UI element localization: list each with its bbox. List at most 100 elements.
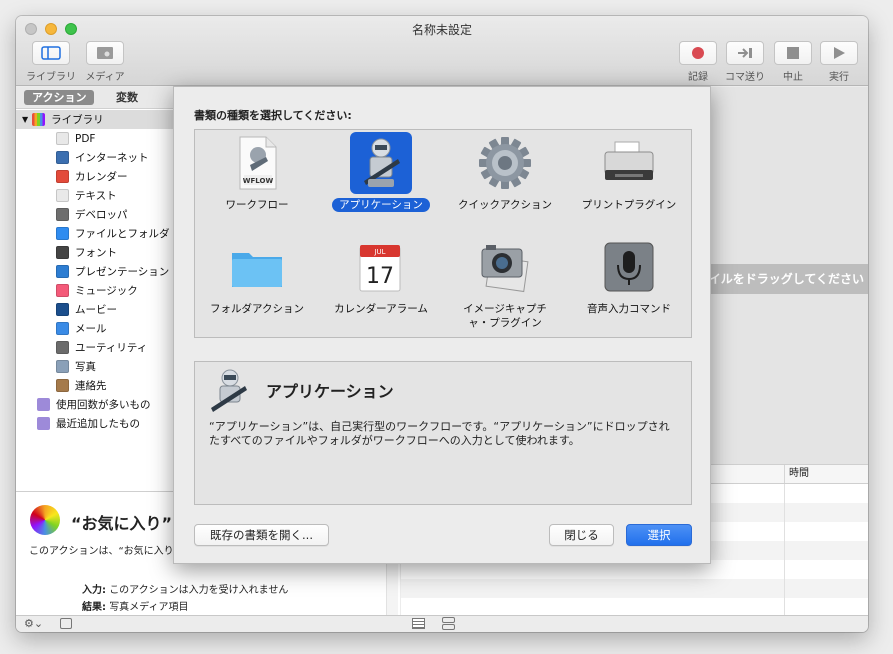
description-toggle-icon[interactable] (60, 618, 72, 629)
type-label: ワークフロー (225, 199, 289, 211)
library-item-label: デベロッパ (75, 209, 128, 221)
library-item[interactable]: テキスト (16, 186, 173, 205)
library-item[interactable]: カレンダー (16, 167, 173, 186)
open-existing-button[interactable]: 既存の書類を開く... (194, 524, 329, 546)
description-input: 入力: このアクションは入力を受け入れません (82, 581, 288, 596)
gear-menu-icon[interactable]: ⚙︎⌄ (24, 617, 43, 630)
type-label: 音声入力コマンド (587, 303, 671, 315)
library-item[interactable]: フォント (16, 243, 173, 262)
printer-icon (598, 132, 660, 194)
input-value: このアクションは入力を受け入れません (109, 585, 289, 596)
library-books-icon (32, 113, 46, 126)
library-list: ▼ ライブラリ PDF インターネット カレンダーテキストデベロッパファイルとフォル… (16, 110, 173, 490)
result-key: 結果: (82, 602, 106, 613)
document-type-sheet: 書類の種類を選択してください: WFLOW ワークフロー アプリケーション クイ… (173, 86, 711, 564)
tools-icon (56, 208, 69, 221)
list-view-icon[interactable] (412, 618, 425, 629)
mail-icon (56, 322, 69, 335)
library-item-label: ミュージック (75, 285, 138, 297)
photos-icon (56, 360, 69, 373)
library-root-label: ライブラリ (51, 114, 104, 126)
type-label: プリントプラグイン (581, 199, 677, 211)
font-icon (56, 246, 69, 259)
library-item[interactable]: PDF (16, 129, 173, 148)
text-icon (56, 189, 69, 202)
library-item-label: カレンダー (75, 171, 128, 183)
window-title: 名称未設定 (411, 23, 472, 37)
disclosure-triangle-icon[interactable]: ▼ (22, 115, 28, 124)
smart-group-label: 最近追加したもの (56, 418, 140, 430)
pdf-icon (56, 132, 69, 145)
smart-group-item[interactable]: 最近追加したもの (16, 414, 173, 433)
library-item[interactable]: ユーティリティ (16, 338, 173, 357)
library-item-label: テキスト (75, 190, 117, 202)
record-icon (692, 47, 704, 59)
run-label: 実行 (829, 72, 849, 83)
tab-actions[interactable]: アクション (24, 90, 95, 105)
stop-button[interactable] (774, 41, 812, 65)
choose-button[interactable]: 選択 (626, 524, 692, 546)
library-root[interactable]: ▼ ライブラリ (16, 110, 173, 129)
type-label: イメージキャプチャ・プラグイン (463, 303, 547, 329)
close-button[interactable]: 閉じる (549, 524, 614, 546)
media-button[interactable] (86, 41, 124, 65)
library-label: ライブラリ (26, 72, 76, 83)
photos-icon (30, 505, 60, 535)
gear-icon (474, 132, 536, 194)
wflow-badge: WFLOW (243, 177, 274, 185)
contacts-icon (56, 379, 69, 392)
library-item-label: プレゼンテーション (75, 266, 170, 278)
keynote-icon (56, 265, 69, 278)
smart-group-label: 使用回数が多いもの (56, 399, 151, 411)
tab-variables[interactable]: 変数 (108, 90, 146, 105)
smart-group-item[interactable]: 使用回数が多いもの (16, 395, 173, 414)
description-result: 結果: 写真メディア項目 (82, 598, 189, 613)
automator-robot-icon (350, 132, 412, 194)
library-item[interactable]: プレゼンテーション (16, 262, 173, 281)
stop-icon (787, 47, 799, 59)
media-label: メディア (85, 72, 125, 83)
library-item[interactable]: 連絡先 (16, 376, 173, 395)
media-icon (97, 47, 113, 59)
flow-view-icon[interactable] (442, 617, 455, 623)
flow-view-icon-lower (442, 624, 455, 630)
type-application[interactable]: アプリケーション (319, 132, 443, 212)
type-folder-action[interactable]: フォルダアクション (195, 236, 319, 316)
sheet-prompt: 書類の種類を選択してください: (194, 109, 352, 122)
calendar-icon: JUL 17 (350, 236, 412, 298)
library-item[interactable]: インターネット (16, 148, 173, 167)
run-button[interactable] (820, 41, 858, 65)
step-button[interactable] (726, 41, 764, 65)
library-item-label: インターネット (75, 152, 149, 164)
library-item[interactable]: 写真 (16, 357, 173, 376)
type-description-text: “アプリケーション”は、自己実行型のワークフローです。“アプリケーション”にドロ… (209, 420, 670, 447)
type-workflow[interactable]: WFLOW ワークフロー (195, 132, 319, 212)
music-icon (56, 284, 69, 297)
type-quick-action[interactable]: クイックアクション (443, 132, 567, 212)
library-item[interactable]: ムービー (16, 300, 173, 319)
library-item[interactable]: ファイルとフォルダ (16, 224, 173, 243)
library-item[interactable]: ミュージック (16, 281, 173, 300)
calendar-icon (56, 170, 69, 183)
record-button[interactable] (679, 41, 717, 65)
type-image-capture-plugin[interactable]: イメージキャプチャ・プラグイン (443, 236, 567, 330)
library-toggle-button[interactable] (32, 41, 70, 65)
bottom-bar: ⚙︎⌄ (16, 615, 868, 632)
type-label: フォルダアクション (210, 303, 304, 315)
folder-icon (226, 236, 288, 298)
library-item[interactable]: デベロッパ (16, 205, 173, 224)
type-label-selected: アプリケーション (332, 198, 430, 212)
type-print-plugin[interactable]: プリントプラグイン (567, 132, 691, 212)
document-type-grid: WFLOW ワークフロー アプリケーション クイックアクション プリントプラグイ… (194, 129, 692, 338)
type-dictation-command[interactable]: 音声入力コマンド (567, 236, 691, 316)
smart-folder-icon (37, 417, 50, 430)
play-icon (834, 47, 845, 59)
log-column-time[interactable]: 時間 (784, 465, 809, 483)
workflow-icon: WFLOW (226, 132, 288, 194)
movie-icon (56, 303, 69, 316)
globe-icon (56, 151, 69, 164)
library-item[interactable]: メール (16, 319, 173, 338)
calendar-month: JUL (373, 248, 385, 256)
sidebar-icon (41, 46, 61, 60)
type-calendar-alarm[interactable]: JUL 17 カレンダーアラーム (319, 236, 443, 316)
